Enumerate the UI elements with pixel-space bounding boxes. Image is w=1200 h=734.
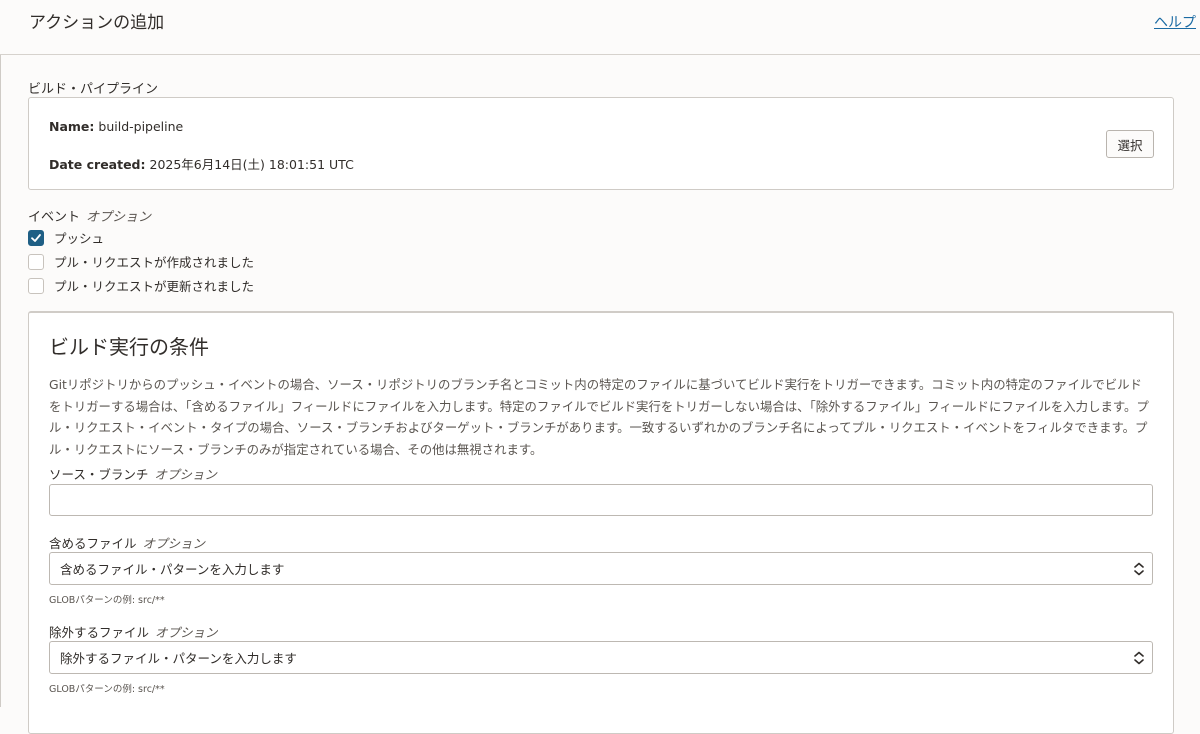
exclude-files-hint: GLOBパターンの例: src/** xyxy=(49,684,165,695)
conditions-title: ビルド実行の条件 xyxy=(49,335,209,359)
pipeline-card: Name: build-pipeline Date created: 2025年… xyxy=(28,97,1174,190)
chevron-up-down-icon xyxy=(1134,562,1144,576)
pr-updated-label: プル・リクエストが更新されました xyxy=(54,279,255,294)
event-optional-text: オプション xyxy=(86,210,152,225)
date-value: 2025年6月14日(土) 18:01:51 UTC xyxy=(149,157,354,172)
event-checkbox-pr-updated[interactable]: プル・リクエストが更新されました xyxy=(28,276,254,295)
select-pipeline-button[interactable]: 選択 xyxy=(1106,130,1154,158)
event-label-text: イベント xyxy=(28,210,81,225)
name-label: Name: xyxy=(49,119,95,134)
include-files-placeholder: 含めるファイル・パターンを入力します xyxy=(60,562,285,577)
exclude-files-select[interactable]: 除外するファイル・パターンを入力します xyxy=(49,641,1153,674)
push-label: プッシュ xyxy=(54,231,105,246)
page-title: アクションの追加 xyxy=(29,13,165,33)
include-files-select[interactable]: 含めるファイル・パターンを入力します xyxy=(49,552,1153,585)
pr-updated-checkbox[interactable] xyxy=(28,277,44,294)
event-label: イベント オプション xyxy=(28,206,151,225)
pipeline-name-row: Name: build-pipeline xyxy=(49,119,183,134)
pr-created-label: プル・リクエストが作成されました xyxy=(54,255,255,270)
panel-header: アクションの追加 ヘルプ xyxy=(0,0,1200,55)
conditions-description: Gitリポジトリからのプッシュ・イベントの場合、ソース・リポジトリのブランチ名と… xyxy=(49,377,1149,457)
push-checkbox[interactable] xyxy=(28,229,44,246)
check-icon xyxy=(31,233,41,242)
chevron-up-down-icon xyxy=(1134,651,1144,665)
left-border xyxy=(0,0,1,707)
include-files-label-text: 含めるファイル xyxy=(49,536,137,551)
date-label: Date created: xyxy=(49,157,146,172)
include-files-label: 含めるファイル オプション xyxy=(49,533,205,552)
exclude-files-label-text: 除外するファイル xyxy=(49,625,150,640)
pipeline-date-row: Date created: 2025年6月14日(土) 18:01:51 UTC xyxy=(49,154,354,173)
event-checkbox-push[interactable]: プッシュ xyxy=(28,228,104,247)
build-pipeline-label: ビルド・パイプライン xyxy=(28,82,159,97)
pr-created-checkbox[interactable] xyxy=(28,253,44,270)
source-branch-input[interactable] xyxy=(49,484,1153,516)
exclude-files-optional: オプション xyxy=(155,625,218,640)
source-branch-label: ソース・ブランチ オプション xyxy=(49,464,217,483)
help-link[interactable]: ヘルプ xyxy=(1154,12,1196,32)
event-checkbox-pr-created[interactable]: プル・リクエストが作成されました xyxy=(28,252,254,271)
source-branch-optional: オプション xyxy=(154,467,217,482)
exclude-files-label: 除外するファイル オプション xyxy=(49,622,218,641)
build-conditions-card: ビルド実行の条件 Gitリポジトリからのプッシュ・イベントの場合、ソース・リポジ… xyxy=(28,311,1174,734)
name-value: build-pipeline xyxy=(98,119,184,134)
exclude-files-placeholder: 除外するファイル・パターンを入力します xyxy=(60,651,297,666)
include-files-optional: オプション xyxy=(142,536,206,551)
source-branch-label-text: ソース・ブランチ xyxy=(49,467,149,482)
include-files-hint: GLOBパターンの例: src/** xyxy=(49,595,165,606)
